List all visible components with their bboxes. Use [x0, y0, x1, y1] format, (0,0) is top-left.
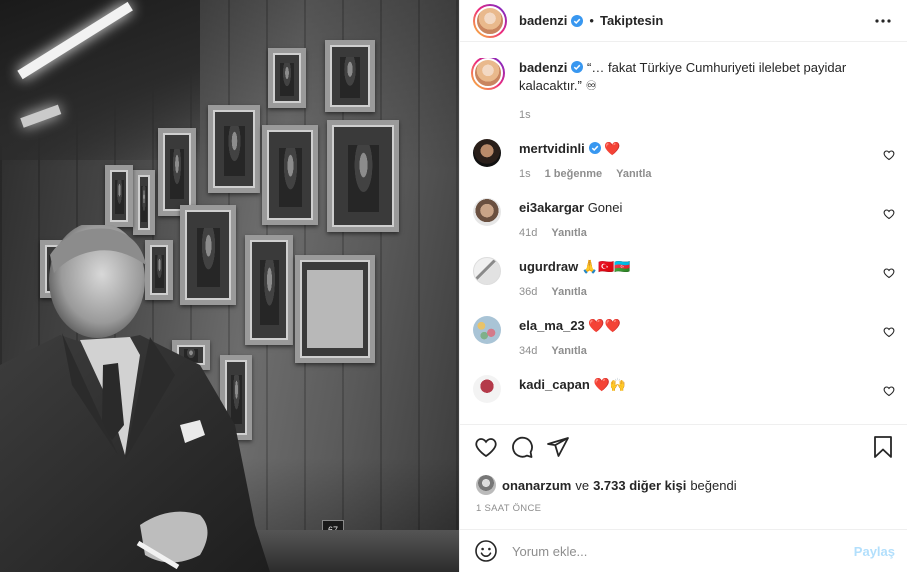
commenter-avatar[interactable]: [473, 139, 501, 167]
likes-summary: onanarzum ve 3.733 diğer kişi beğendi: [476, 475, 737, 495]
more-options-icon[interactable]: [871, 9, 895, 33]
comment-text: ❤️❤️: [588, 318, 621, 333]
comment-text: 🙏🇹🇷🇦🇿: [581, 259, 631, 274]
comment-bubble-icon[interactable]: [510, 435, 534, 459]
wall-frame: [208, 105, 260, 193]
post-timestamp[interactable]: 1 SAAT ÖNCE: [476, 503, 541, 514]
wall-frame: [325, 40, 375, 112]
reply-button[interactable]: Yanıtla: [551, 345, 586, 357]
liker-username[interactable]: onanarzum: [502, 478, 571, 493]
verified-badge-icon: [571, 14, 584, 27]
verified-badge-icon: [588, 142, 601, 154]
comment-text: ❤️: [604, 141, 621, 156]
comment-age: 36d: [519, 286, 538, 298]
heart-icon[interactable]: [883, 149, 895, 161]
comment-item: ugurdraw 🙏🇹🇷🇦🇿 36d Yanıtla: [473, 257, 895, 298]
heart-icon[interactable]: [883, 385, 895, 397]
separator-dot: •: [589, 13, 594, 28]
commenter-avatar[interactable]: [473, 198, 501, 226]
post-actions: [460, 424, 907, 468]
bookmark-icon[interactable]: [871, 435, 895, 459]
comments-list[interactable]: badenzi “… fakat Türkiye Cumhuriyeti ile…: [460, 58, 907, 424]
comment-username[interactable]: kadi_capan: [519, 377, 590, 392]
commenter-avatar[interactable]: [473, 257, 501, 285]
likes-count[interactable]: 3.733 diğer kişi: [593, 478, 686, 493]
comment-item: kadi_capan ❤️🙌: [473, 375, 895, 403]
reply-button[interactable]: Yanıtla: [551, 286, 586, 298]
heart-icon[interactable]: [474, 435, 498, 459]
likes-connector: ve: [575, 477, 590, 493]
comment-item: ei3akargar Gonei 41d Yanıtla: [473, 198, 895, 239]
comment-text: Gonei: [587, 200, 623, 215]
commenter-avatar[interactable]: [473, 375, 501, 403]
post-caption: badenzi “… fakat Türkiye Cumhuriyeti ile…: [471, 58, 895, 121]
man-in-suit: [0, 225, 270, 572]
comment-age: 34d: [519, 345, 538, 357]
comment-username[interactable]: ei3akargar: [519, 200, 584, 215]
author-avatar[interactable]: [471, 58, 505, 90]
wall-frame: [268, 48, 306, 108]
caption-age: 1s: [519, 109, 531, 121]
heart-icon[interactable]: [883, 208, 895, 220]
wall-frame: [262, 125, 318, 225]
wall-frame: [105, 165, 133, 227]
post-comment-button[interactable]: Paylaş: [854, 544, 895, 559]
liker-avatar[interactable]: [476, 475, 496, 495]
emoji-smiley-icon[interactable]: [474, 539, 498, 563]
wall-frame: [158, 128, 196, 216]
follow-status[interactable]: Takiptesin: [600, 13, 663, 28]
comment-username[interactable]: ela_ma_23: [519, 318, 585, 333]
add-comment-bar: Paylaş: [460, 529, 907, 572]
commenter-avatar[interactable]: [473, 316, 501, 344]
post-photo: 67: [0, 0, 459, 572]
wall-frame: [295, 255, 375, 363]
comment-username[interactable]: mertvidinli: [519, 141, 585, 156]
reply-button[interactable]: Yanıtla: [616, 168, 651, 180]
likes-suffix: beğendi: [690, 477, 737, 493]
paper-plane-icon[interactable]: [546, 435, 570, 459]
post-details-panel: badenzi • Takiptesin badenzi “… fakat Tü…: [459, 0, 907, 572]
comment-username[interactable]: ugurdraw: [519, 259, 578, 274]
heart-icon[interactable]: [883, 326, 895, 338]
reply-button[interactable]: Yanıtla: [551, 227, 586, 239]
caption-username[interactable]: badenzi: [519, 60, 567, 75]
comment-input[interactable]: [512, 543, 854, 559]
author-username[interactable]: badenzi: [519, 13, 567, 28]
verified-badge-icon: [571, 61, 584, 73]
wall-frame: [327, 120, 399, 232]
author-avatar[interactable]: [473, 3, 507, 38]
comment-text: ❤️🙌: [593, 377, 626, 392]
caption-text: “… fakat Türkiye Cumhuriyeti ilelebet pa…: [519, 60, 847, 93]
heart-icon[interactable]: [883, 267, 895, 279]
comment-item: mertvidinli ❤️ 1s 1 beğenme Yanıtla: [473, 139, 895, 180]
comment-age: 41d: [519, 227, 538, 239]
comment-likes[interactable]: 1 beğenme: [545, 168, 602, 180]
post-header: badenzi • Takiptesin: [460, 0, 907, 42]
comment-item: ela_ma_23 ❤️❤️ 34d Yanıtla: [473, 316, 895, 357]
comment-age: 1s: [519, 168, 531, 180]
